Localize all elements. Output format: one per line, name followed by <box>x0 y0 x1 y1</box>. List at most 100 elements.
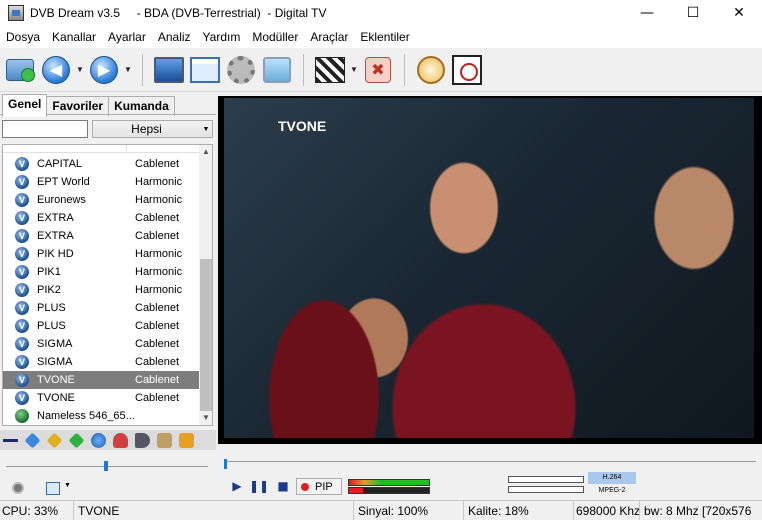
aspect-ratio-dropdown[interactable]: ▼ <box>64 482 71 489</box>
channel-name: EPT World <box>37 176 90 188</box>
menu-yardim[interactable]: Yardım <box>197 30 247 44</box>
record-button[interactable] <box>313 53 347 87</box>
channel-v-icon: V <box>15 319 29 333</box>
window-button[interactable] <box>188 53 222 87</box>
gear-icon <box>227 55 255 84</box>
channel-provider: Cablenet <box>135 338 180 350</box>
stop-button[interactable]: ■ <box>274 478 292 494</box>
scroll-down-icon[interactable]: ▼ <box>199 411 212 425</box>
close-button[interactable]: ✕ <box>716 0 762 26</box>
forward-dropdown[interactable]: ▼ <box>122 53 134 87</box>
channel-row[interactable]: V TVONE Cablenet <box>3 371 199 389</box>
channel-row[interactable]: V PIK1 Harmonic <box>3 263 199 281</box>
video-frame: TVONE <box>218 96 762 444</box>
menu-dosya[interactable]: Dosya <box>0 30 46 44</box>
channel-provider: Cablenet <box>135 302 180 314</box>
channel-name: PIK1 <box>37 266 61 278</box>
channel-name: EXTRA <box>37 212 74 224</box>
channel-row[interactable]: V EXTRA Cablenet <box>3 227 199 245</box>
signal-level-bar <box>348 479 430 486</box>
channel-row[interactable]: V EXTRA Cablenet <box>3 209 199 227</box>
channel-row[interactable]: V PLUS Cablenet <box>3 317 199 335</box>
channel-row[interactable]: V PLUS Cablenet <box>3 299 199 317</box>
minimize-button[interactable]: — <box>624 0 670 26</box>
channel-provider: Cablenet <box>135 374 180 386</box>
channel-name: TVONE <box>37 374 75 386</box>
volume-area: ▼ <box>0 454 216 500</box>
pause-button[interactable]: ❚❚ <box>249 478 269 494</box>
menu-ayarlar[interactable]: Ayarlar <box>102 30 152 44</box>
pip-button[interactable]: PIP <box>296 478 342 495</box>
chevron-down-icon: ▼ <box>202 125 210 133</box>
channel-row[interactable]: V PIK HD Harmonic <box>3 245 199 263</box>
channel-row[interactable]: V SIGMA Cablenet <box>3 335 199 353</box>
open-folder-icon <box>6 58 35 82</box>
channel-provider: Harmonic <box>135 266 183 278</box>
window-icon <box>190 56 220 83</box>
speaker-icon[interactable] <box>12 482 24 494</box>
quality-level-bar <box>348 487 430 494</box>
channel-provider: Cablenet <box>135 356 180 368</box>
channel-row[interactable]: V Euronews Harmonic <box>3 191 199 209</box>
seek-slider-track[interactable] <box>224 461 756 469</box>
back-dropdown[interactable]: ▼ <box>74 53 86 87</box>
aspect-ratio-icon[interactable] <box>46 482 60 495</box>
sound-icon[interactable] <box>135 432 150 448</box>
audio-codec-label: MPEG-2 <box>598 487 626 494</box>
record-dropdown[interactable]: ▼ <box>348 53 360 87</box>
timer-button[interactable] <box>414 53 448 87</box>
seek-slider-thumb[interactable] <box>224 459 227 469</box>
menu-eklentiler[interactable]: Eklentiler <box>354 30 415 44</box>
scheduler-button[interactable] <box>450 53 484 87</box>
signal-level-fill <box>349 480 429 485</box>
info-diamond-icon[interactable] <box>24 432 41 448</box>
tab-genel[interactable]: Genel <box>2 94 48 117</box>
warning-diamond-icon[interactable] <box>46 432 63 448</box>
channel-list[interactable]: V CAPITAL Cablenet V EPT World Harmonic V Euron… <box>2 144 213 426</box>
channel-v-icon: V <box>15 373 29 387</box>
app-icon <box>8 5 24 21</box>
toolbar-separator <box>404 53 405 86</box>
title-bar: DVB Dream v3.5 - BDA (DVB-Terrestrial) -… <box>0 0 762 26</box>
channel-name: TVONE <box>37 392 75 404</box>
channel-v-icon: V <box>15 283 29 297</box>
monitor-button[interactable] <box>152 53 186 87</box>
channel-search-input[interactable] <box>2 120 88 138</box>
channel-row[interactable]: V CAPITAL Cablenet <box>3 155 199 173</box>
menu-moduller[interactable]: Modüller <box>246 30 304 44</box>
volume-slider-thumb[interactable] <box>104 461 108 471</box>
menu-araclar[interactable]: Araçlar <box>304 30 354 44</box>
tab-favoriler[interactable]: Favoriler <box>46 96 110 116</box>
channel-row[interactable]: V PIK2 Harmonic <box>3 281 199 299</box>
back-button[interactable]: ◀ <box>39 53 73 87</box>
favorite-icon[interactable] <box>113 432 128 448</box>
lock-icon[interactable] <box>157 432 172 448</box>
open-folder-button[interactable] <box>3 53 37 87</box>
cancel-button[interactable]: ✖ <box>361 53 395 87</box>
tab-kumanda[interactable]: Kumanda <box>108 96 175 116</box>
menu-kanallar[interactable]: Kanallar <box>46 30 102 44</box>
minus-icon[interactable] <box>3 432 18 448</box>
channel-v-icon: V <box>15 301 29 315</box>
play-button[interactable]: ▶ <box>228 478 246 494</box>
provider-filter-select[interactable]: Hepsi ▼ <box>92 120 213 138</box>
key-icon[interactable] <box>179 432 194 448</box>
channel-row[interactable]: Nameless 546_65... <box>3 407 199 425</box>
maximize-button[interactable]: ☐ <box>670 0 716 26</box>
tv-button[interactable] <box>260 53 294 87</box>
channel-row[interactable]: V TVONE Cablenet <box>3 389 199 407</box>
channel-list-scrollbar[interactable]: ▲ ▼ <box>199 145 212 425</box>
channel-provider: Harmonic <box>135 284 183 296</box>
info-icon[interactable] <box>91 432 106 448</box>
settings-button[interactable] <box>224 53 258 87</box>
scrollbar-thumb[interactable] <box>200 259 212 411</box>
scroll-up-icon[interactable]: ▲ <box>199 145 212 159</box>
video-display[interactable]: TVONE <box>224 98 754 438</box>
menu-analiz[interactable]: Analiz <box>152 30 197 44</box>
status-frequency: 698000 Khz <box>574 501 640 520</box>
channel-name: SIGMA <box>37 338 73 350</box>
forward-button[interactable]: ▶ <box>87 53 121 87</box>
channel-row[interactable]: V EPT World Harmonic <box>3 173 199 191</box>
channel-row[interactable]: V SIGMA Cablenet <box>3 353 199 371</box>
add-diamond-icon[interactable] <box>68 432 85 448</box>
